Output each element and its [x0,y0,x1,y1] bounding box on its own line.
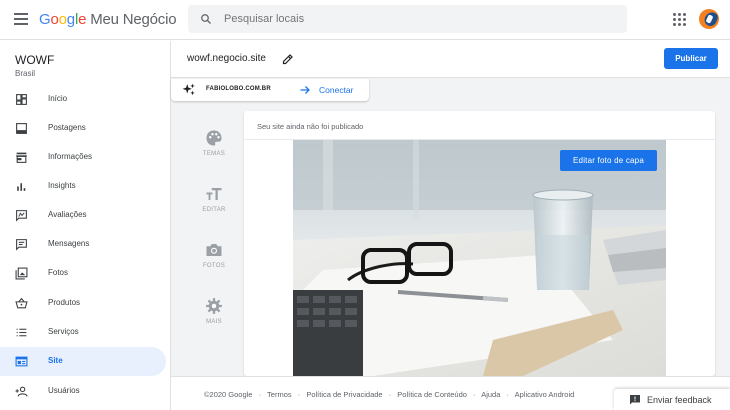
footer-link-conteudo[interactable]: Política de Conteúdo [397,390,467,399]
footer-link-privacidade[interactable]: Política de Privacidade [306,390,382,399]
sidebar-item-insights[interactable]: Insights [0,172,166,201]
main-area: wowf.negocio.site Publicar FABIOLOBO.COM… [171,41,730,410]
camera-icon [206,244,222,256]
send-feedback-button[interactable]: Enviar feedback [614,389,730,410]
sidebar-item-produtos[interactable]: Produtos [0,289,166,318]
add-user-icon [15,386,28,397]
sidebar-item-label: Postagens [48,123,86,132]
footer-link-android[interactable]: Aplicativo Android [515,390,575,399]
unpublished-notice: Seu site ainda não foi publicado [257,122,364,131]
tool-label: TEMAS [202,151,226,157]
palette-icon [206,130,222,146]
apps-grid-icon[interactable] [673,13,687,27]
sidebar-item-servicos[interactable]: Serviços [0,318,166,347]
footer-link-termos[interactable]: Termos [267,390,292,399]
menu-icon[interactable] [14,13,28,25]
tool-temas[interactable]: TEMAS [184,129,244,169]
sidebar-item-inicio[interactable]: Início [0,85,166,114]
feedback-icon [630,395,640,405]
pencil-icon[interactable] [282,53,294,65]
business-name: WOWF [15,53,55,67]
feedback-label: Enviar feedback [647,395,712,405]
tool-fotos[interactable]: FOTOS [184,241,244,281]
reviews-icon [16,210,27,222]
domain-name: FABIOLOBO.COM.BR [206,86,271,92]
sidebar-item-label: Serviços [48,327,79,336]
tool-label: EDITAR [202,207,226,213]
sidebar-item-fotos[interactable]: Fotos [0,259,166,288]
footer-link-ajuda[interactable]: Ajuda [481,390,500,399]
sidebar-item-label: Fotos [48,268,69,277]
tool-label: MAIS [206,319,222,325]
search-icon [201,14,211,24]
message-icon [16,239,27,251]
site-url-bar: wowf.negocio.site Publicar [171,41,730,78]
bar-chart-icon [17,183,26,191]
sidebar-item-label: Site [48,356,63,365]
photos-icon [15,267,28,280]
basket-icon [15,297,28,309]
posts-icon [16,123,27,134]
sidebar-item-mensagens[interactable]: Mensagens [0,230,166,259]
cover-photo: Editar foto de capa [293,140,666,376]
web-icon [15,356,28,367]
account-avatar[interactable] [699,9,719,29]
sidebar-item-label: Insights [48,181,76,190]
footer-links: ©2020 Google · Termos · Política de Priv… [204,390,575,399]
publish-button[interactable]: Publicar [664,48,718,69]
app-logo[interactable]: Google Meu Negócio [39,11,177,28]
sidebar-item-label: Avaliações [48,210,87,219]
cover-photo-image [293,140,666,376]
dashboard-icon [16,94,27,105]
sidebar: WOWF Brasil Início Postagens Informações… [0,41,171,410]
sidebar-item-postagens[interactable]: Postagens [0,114,166,143]
sidebar-item-label: Mensagens [48,239,90,248]
top-bar: Google Meu Negócio [0,0,730,40]
search-box[interactable] [188,5,627,33]
site-url: wowf.negocio.site [187,53,266,64]
sidebar-item-usuarios[interactable]: Usuários [0,377,166,406]
text-size-icon [206,188,222,200]
arrow-right-icon [300,86,310,94]
edit-cover-photo-button[interactable]: Editar foto de capa [560,150,657,171]
sparkle-icon [182,83,195,96]
store-icon [16,152,27,163]
tool-label: FOTOS [202,263,226,269]
sidebar-item-label: Produtos [48,298,81,307]
site-preview: Seu site ainda não foi publicado Editar … [244,111,715,376]
business-location: Brasil [15,69,36,78]
copyright: ©2020 Google [204,390,253,399]
sidebar-item-avaliacoes[interactable]: Avaliações [0,201,166,230]
list-icon [16,328,27,337]
tool-editar[interactable]: EDITAR [184,185,244,225]
product-name: Meu Negócio [90,11,177,28]
search-input[interactable] [224,5,614,33]
sidebar-item-label: Usuários [48,386,80,395]
connect-link[interactable]: Conectar [319,85,354,95]
sidebar-item-informacoes[interactable]: Informações [0,143,166,172]
sidebar-item-label: Início [48,94,68,103]
sidebar-item-site[interactable]: Site [0,347,166,376]
tool-mais[interactable]: MAIS [184,297,244,337]
domain-bar: FABIOLOBO.COM.BR Conectar [171,79,369,101]
gear-icon [206,298,222,314]
sidebar-item-label: Informações [48,152,93,161]
editor-tools: TEMAS EDITAR FOTOS MAIS [184,111,244,343]
